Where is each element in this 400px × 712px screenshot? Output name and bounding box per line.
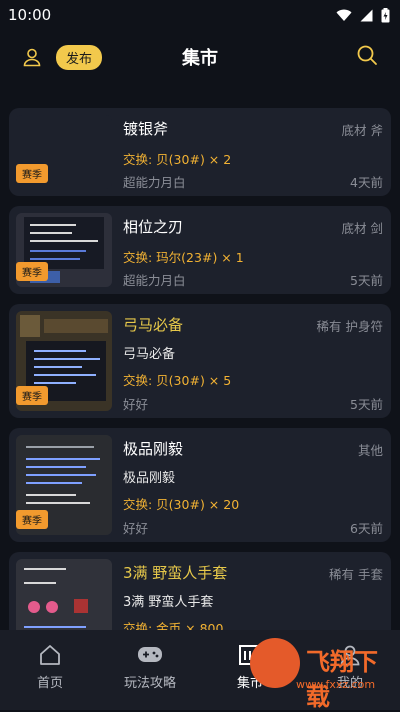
item-name: 3满 野蛮人手套: [123, 564, 228, 582]
item-trade: 交换: 贝(30#) × 20: [123, 497, 240, 512]
tab-label: 玩法攻略: [123, 676, 176, 691]
item-description: 极品刚毅: [123, 471, 176, 486]
item-category: 底材 剑: [341, 221, 383, 236]
item-screenshot-image: [16, 559, 112, 630]
item-time: 5天前: [350, 397, 383, 412]
item-thumbnail: [16, 559, 112, 630]
item-list[interactable]: 赛季 镀银斧 底材 斧 交换: 贝(30#) × 2 超能力月白 4天前 赛季 …: [0, 104, 400, 630]
item-trade: 交换: 贝(30#) × 2: [123, 152, 232, 167]
signal-icon: [360, 9, 373, 21]
item-name: 镀银斧: [123, 120, 169, 138]
tab-guides[interactable]: 玩法攻略: [110, 642, 190, 691]
season-badge: 赛季: [16, 510, 48, 529]
home-icon: [40, 645, 60, 665]
watermark-logo: 飞翔下载 www.fxxz.com: [250, 638, 390, 711]
item-user: 好好: [123, 521, 149, 536]
top-bar: 发布 集市: [0, 30, 400, 84]
status-time: 10:00: [8, 6, 52, 24]
item-category: 稀有 护身符: [316, 319, 383, 334]
gamepad-icon: [138, 647, 162, 662]
tab-label: 首页: [36, 676, 63, 691]
season-badge: 赛季: [16, 262, 48, 281]
item-user: 超能力月白: [123, 175, 186, 190]
item-description: 弓马必备: [123, 347, 176, 362]
item-time: 6天前: [350, 521, 383, 536]
tab-home[interactable]: 首页: [10, 642, 90, 691]
watermark-icon: [250, 638, 300, 688]
season-badge: 赛季: [16, 164, 48, 183]
item-trade: 交换: 金币 × 800: [123, 621, 224, 630]
status-bar: 10:00: [0, 0, 400, 30]
item-time: 4天前: [350, 175, 383, 190]
list-item[interactable]: 赛季 相位之刃 底材 剑 交换: 玛尔(23#) × 1 超能力月白 5天前: [9, 206, 391, 294]
item-description: 3满 野蛮人手套: [123, 595, 214, 610]
item-user: 好好: [123, 397, 149, 412]
list-item[interactable]: 赛季 镀银斧 底材 斧 交换: 贝(30#) × 2 超能力月白 4天前: [9, 108, 391, 196]
item-name: 相位之刃: [123, 218, 184, 236]
item-thumbnail: 赛季: [16, 435, 112, 535]
watermark-text: 飞翔下载: [306, 648, 378, 711]
item-category: 稀有 手套: [329, 567, 383, 582]
item-time: 5天前: [350, 273, 383, 288]
search-icon[interactable]: [356, 44, 378, 66]
list-item[interactable]: 赛季 弓马必备 稀有 护身符 弓马必备 交换: 贝(30#) × 5 好好 5天…: [9, 304, 391, 418]
item-trade: 交换: 贝(30#) × 5: [123, 373, 232, 388]
bottom-tab-bar: 首页 玩法攻略 集市 我的 飞翔下载 www.fxxz.com: [0, 630, 400, 711]
item-thumbnail: 赛季: [16, 115, 112, 189]
item-user: 超能力月白: [123, 273, 186, 288]
watermark-url: www.fxxz.com: [296, 678, 376, 691]
item-trade: 交换: 玛尔(23#) × 1: [123, 250, 244, 265]
battery-icon: [381, 7, 390, 22]
user-icon[interactable]: [22, 47, 42, 67]
item-thumbnail: 赛季: [16, 311, 112, 411]
wifi-icon: [336, 9, 352, 21]
item-category: 底材 斧: [341, 123, 383, 138]
item-category: 其他: [357, 443, 383, 458]
item-thumbnail: 赛季: [16, 213, 112, 287]
item-name: 弓马必备: [123, 316, 184, 334]
list-item[interactable]: 3满 野蛮人手套 稀有 手套 3满 野蛮人手套 交换: 金币 × 800: [9, 552, 391, 630]
list-item[interactable]: 赛季 极品刚毅 其他 极品刚毅 交换: 贝(30#) × 20 好好 6天前: [9, 428, 391, 542]
season-badge: 赛季: [16, 386, 48, 405]
publish-button[interactable]: 发布: [56, 44, 103, 70]
item-name: 极品刚毅: [123, 440, 184, 458]
